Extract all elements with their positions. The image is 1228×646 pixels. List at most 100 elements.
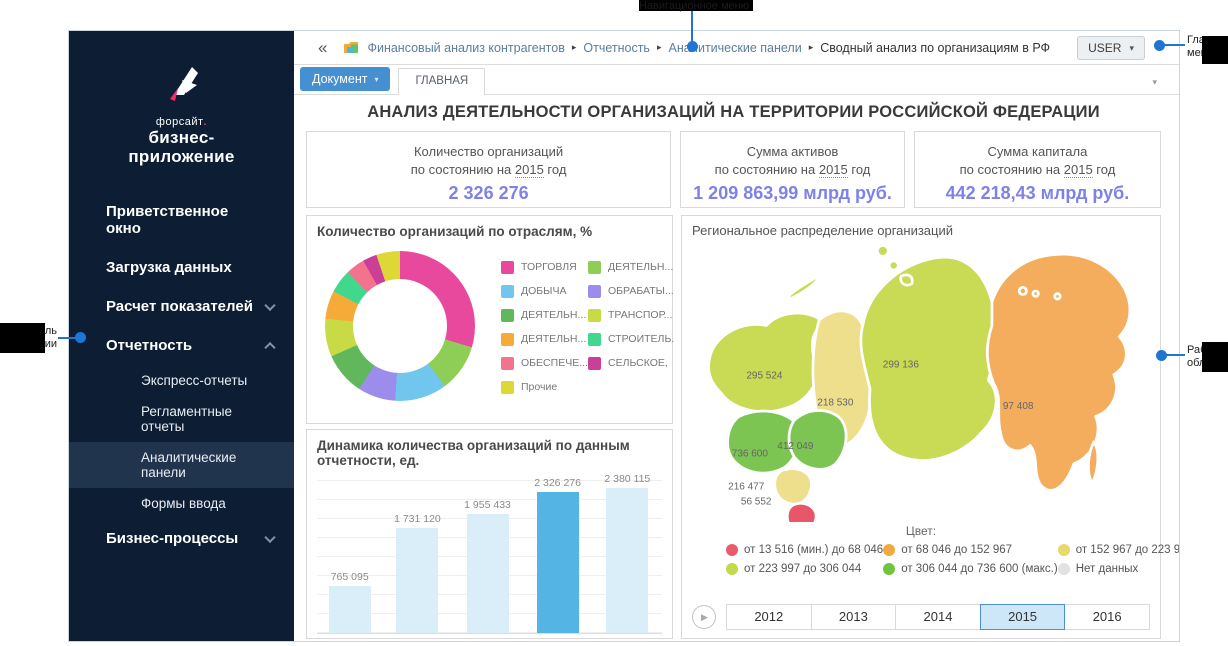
timeline-year-2016[interactable]: 2016 <box>1064 604 1150 630</box>
industry-donut[interactable] <box>325 251 475 401</box>
bar-column[interactable]: 2 326 276 <box>534 477 581 633</box>
map-region[interactable] <box>987 254 1130 490</box>
map-island <box>1088 442 1097 484</box>
play-button[interactable] <box>692 605 716 629</box>
brand-name-small: форсайт. <box>69 116 294 128</box>
sidebar-item-reporting[interactable]: Отчетность <box>69 326 294 365</box>
sidebar-item-input-forms[interactable]: Формы ввода <box>69 488 294 519</box>
map-region[interactable] <box>775 469 812 504</box>
annotation-dot <box>1156 350 1167 361</box>
timeline-year-2015[interactable]: 2015 <box>980 604 1066 630</box>
sidebar-item-regulated-reports[interactable]: Регламентные отчеты <box>69 396 294 442</box>
timeline-year-2013[interactable]: 2013 <box>811 604 897 630</box>
breadcrumb-reporting[interactable]: Отчетность <box>583 41 650 55</box>
dynamics-bar-panel: Динамика количества организаций по данны… <box>306 429 673 639</box>
bar-axis-label: 2013 <box>391 639 451 641</box>
sidebar-item-indicators[interactable]: Расчет показателей <box>69 287 294 326</box>
brand-logo-icon <box>160 59 204 103</box>
breadcrumb-separator-icon <box>657 42 662 53</box>
donut-legend-column: ТОРГОВЛЯ ДОБЫЧА ДЕЯТЕЛЬН... ДЕЯТЕЛЬН... … <box>501 255 587 401</box>
legend-item[interactable]: Прочие <box>501 375 587 399</box>
legend-item[interactable]: ДЕЯТЕЛЬН... <box>501 303 587 327</box>
map-region[interactable] <box>861 257 998 460</box>
map-legend-item: Нет данных <box>1058 563 1179 575</box>
map-island <box>877 245 888 256</box>
chevron-up-icon <box>264 341 275 352</box>
annotation-line <box>1163 44 1185 46</box>
app-window: форсайт. бизнес- приложение Приветственн… <box>68 30 1180 642</box>
tab-bar: Документ ГЛАВНАЯ <box>294 65 1179 95</box>
bar-column[interactable]: 1 955 433 <box>464 499 511 633</box>
legend-dot-icon <box>726 544 738 556</box>
chevron-down-icon <box>264 531 275 542</box>
kpi-value: 1 209 863,99 млрд руб. <box>681 183 904 204</box>
bar-panel-title: Динамика количества организаций по данны… <box>317 438 662 468</box>
legend-item[interactable]: СЕЛЬСКОЕ, <box>588 351 674 375</box>
map-region-value: 218 530 <box>817 398 854 409</box>
sidebar: форсайт. бизнес- приложение Приветственн… <box>69 31 294 641</box>
folder-icon <box>343 41 359 54</box>
sidebar-item-express-reports[interactable]: Экспресс-отчеты <box>69 365 294 396</box>
brand-name-line1: бизнес- <box>69 128 294 147</box>
bar-axis-label: 2012 <box>322 639 382 641</box>
annotation-dot <box>1154 40 1165 51</box>
legend-swatch-icon <box>501 357 514 370</box>
donut-panel-title: Количество организаций по отраслям, % <box>317 224 662 239</box>
map-legend-item: от 152 967 до 223 997 <box>1058 544 1179 556</box>
timeline-year-2014[interactable]: 2014 <box>895 604 981 630</box>
bar-value-label: 765 095 <box>331 571 369 583</box>
bar-column[interactable]: 1 731 120 <box>394 513 441 633</box>
sidebar-item-data-load[interactable]: Загрузка данных <box>69 248 294 287</box>
breadcrumb-root[interactable]: Финансовый анализ контрагентов <box>367 41 564 55</box>
russia-map: 295 524 218 530 299 136 97 408 736 600 4… <box>692 240 1150 522</box>
kpi-year-link[interactable]: 2015 <box>819 162 848 178</box>
bar-column[interactable]: 765 095 <box>329 571 371 633</box>
sidebar-item-business-processes[interactable]: Бизнес-процессы <box>69 519 294 558</box>
bar-value-label: 1 731 120 <box>394 513 441 525</box>
legend-item[interactable]: ТОРГОВЛЯ <box>501 255 587 279</box>
map-legend-item: от 13 516 (мин.) до 68 046 <box>726 544 883 556</box>
caret-down-icon <box>1129 43 1134 54</box>
bar <box>606 488 648 633</box>
map-region[interactable] <box>789 411 846 470</box>
collapse-sidebar-icon[interactable] <box>318 39 327 56</box>
document-menu-button[interactable]: Документ <box>300 67 390 91</box>
legend-swatch-icon <box>501 333 514 346</box>
map-region-value: 412 049 <box>777 441 814 452</box>
map-region[interactable] <box>709 313 823 412</box>
kpi-year-link[interactable]: 2015 <box>515 162 544 178</box>
map-region[interactable] <box>787 503 816 522</box>
caret-down-icon <box>374 75 378 84</box>
sidebar-item-analytic-panels[interactable]: Аналитические панели <box>69 442 294 488</box>
legend-item[interactable]: ТРАНСПОР... <box>588 303 674 327</box>
map-legend-item: от 68 046 до 152 967 <box>883 544 1058 556</box>
legend-swatch-icon <box>501 309 514 322</box>
bar <box>329 586 371 633</box>
legend-item[interactable]: ОБЕСПЕЧЕ... <box>501 351 587 375</box>
sidebar-item-welcome[interactable]: Приветственное окно <box>69 192 294 248</box>
timeline-year-2012[interactable]: 2012 <box>726 604 812 630</box>
legend-dot-icon <box>1058 544 1070 556</box>
bar-column[interactable]: 2 380 115 <box>604 473 650 633</box>
user-menu-button[interactable]: USER <box>1077 36 1145 60</box>
kpi-card-assets: Сумма активов по состоянию на 2015 год 1… <box>680 131 905 208</box>
breadcrumb-separator-icon <box>572 42 577 53</box>
bar-value-label: 1 955 433 <box>464 499 511 511</box>
map-legend-title: Цвет: <box>692 524 1150 538</box>
kpi-year-link[interactable]: 2015 <box>1064 162 1093 178</box>
brand: форсайт. бизнес- приложение <box>69 31 294 166</box>
legend-dot-icon <box>1058 563 1070 575</box>
legend-item[interactable]: ОБРАБАТЫ... <box>588 279 674 303</box>
map-legend-item: от 306 044 до 736 600 (макс.) <box>883 563 1058 575</box>
legend-item[interactable]: ДЕЯТЕЛЬН... <box>588 255 674 279</box>
legend-item[interactable]: ДЕЯТЕЛЬН... <box>501 327 587 351</box>
legend-item[interactable]: ДОБЫЧА <box>501 279 587 303</box>
legend-item[interactable]: СТРОИТЕЛЬ... <box>588 327 674 351</box>
work-area: АНАЛИЗ ДЕЯТЕЛЬНОСТИ ОРГАНИЗАЦИЙ НА ТЕРРИ… <box>294 95 1179 641</box>
legend-swatch-icon <box>588 261 601 274</box>
map-island <box>1055 294 1060 299</box>
tab-main[interactable]: ГЛАВНАЯ <box>398 68 485 95</box>
map-color-legend: от 13 516 (мин.) до 68 046 от 68 046 до … <box>692 544 1150 575</box>
donut-legend: ТОРГОВЛЯ ДОБЫЧА ДЕЯТЕЛЬН... ДЕЯТЕЛЬН... … <box>501 255 674 401</box>
tab-overflow-caret-icon[interactable] <box>1152 77 1157 88</box>
